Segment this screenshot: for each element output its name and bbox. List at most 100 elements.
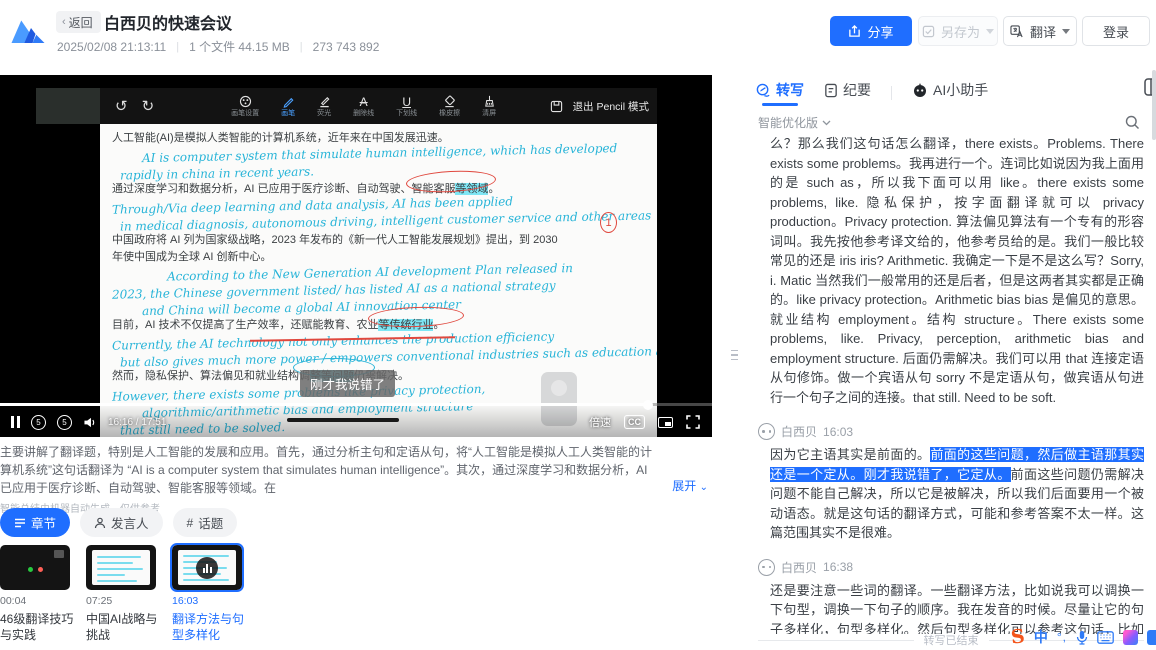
back-label: 返回 — [69, 14, 93, 31]
broom-icon — [483, 95, 496, 108]
translate-icon — [1010, 25, 1024, 38]
chapter-time: 16:03 — [172, 595, 246, 607]
highlight-marker: 等领域 — [455, 183, 488, 195]
strikethrough-icon: A — [360, 95, 368, 108]
save-canvas-icon — [550, 100, 563, 113]
exit-pencil-mode-label: 退出 Pencil 模式 — [573, 99, 649, 114]
tab-chapters[interactable]: 章节 — [0, 508, 70, 537]
tool-strikethrough: A 删除线 — [353, 95, 374, 117]
chapter-tabs: 章节 发言人 # 话题 — [0, 508, 237, 537]
pen-icon — [282, 95, 295, 108]
timestamp[interactable]: 16:03 — [823, 425, 853, 439]
tool-underline: U 下划线 — [396, 95, 417, 117]
back-button[interactable]: ‹ 返回 — [56, 11, 101, 33]
fullscreen-button[interactable] — [686, 415, 700, 429]
chapter-thumbnail[interactable] — [0, 545, 70, 590]
undo-icon: ↺ — [115, 97, 128, 115]
transcribe-icon — [756, 83, 771, 98]
tool-pen-settings: 画笔设置 — [231, 95, 259, 117]
chevron-left-icon: ‹ — [62, 16, 66, 28]
tab-topics[interactable]: # 话题 — [173, 508, 238, 537]
app-root: ‹ 返回 白西贝的快速会议 2025/02/08 21:13:11 | 1 个文… — [0, 0, 1156, 650]
speaker-avatar — [758, 423, 775, 440]
panel-tabs: 转写 纪要 AI小助手 — [756, 80, 988, 106]
redo-icon: ↻ — [142, 97, 155, 115]
transcript-block: 白西贝 16:38 还是要注意一些词的翻译。一些翻译方法，比如说我可以调换一下句… — [758, 559, 1144, 635]
page-title: 白西贝的快速会议 — [104, 10, 232, 34]
tool-pen: 画笔 — [281, 95, 295, 117]
hash-icon: # — [187, 516, 194, 530]
keyboard-icon[interactable] — [1097, 631, 1114, 644]
chapter-title: 46级翻译技巧与实践 — [0, 611, 74, 643]
chapter-item-active[interactable]: 16:03 翻译方法与句型多样化 — [172, 545, 246, 643]
meeting-date: 2025/02/08 21:13:11 — [57, 40, 166, 54]
chapter-thumbnail[interactable] — [172, 545, 242, 590]
time-display: 16:16 / 17:51 — [108, 417, 166, 428]
login-button[interactable]: 登录 — [1082, 16, 1150, 46]
video-subtitle: 刚才我说错了 — [300, 370, 395, 397]
expand-summary-link[interactable]: 展开 ⌄ — [672, 477, 708, 497]
tool-eraser: 橡皮擦 — [439, 95, 460, 117]
sogou-logo-icon[interactable]: S — [1010, 625, 1026, 648]
ime-chinese-mode[interactable]: 中 — [1034, 627, 1048, 647]
save-icon — [922, 25, 935, 38]
pip-button[interactable] — [658, 417, 673, 428]
video-controls: 5 5 16:16 / 17:51 倍速 CC — [0, 403, 712, 437]
rewind-5s-button[interactable]: 5 — [31, 415, 46, 430]
person-icon — [94, 517, 106, 529]
ime-toolbox-icon[interactable] — [1147, 630, 1156, 645]
timestamp[interactable]: 16:38 — [823, 560, 853, 574]
playback-speed-button[interactable]: 倍速 — [589, 414, 611, 430]
volume-button[interactable] — [83, 416, 98, 429]
save-as-button[interactable]: 另存为 — [918, 16, 998, 46]
transcript-block: 么？那么我们这句话怎么翻译，there exists。Problems. The… — [758, 134, 1144, 407]
ime-toolbar: S 中 °, — [1011, 626, 1156, 648]
tab-transcribe[interactable]: 转写 — [756, 80, 804, 106]
chevron-down-icon — [822, 120, 831, 126]
list-icon — [14, 517, 26, 529]
header: ‹ 返回 白西贝的快速会议 2025/02/08 21:13:11 | 1 个文… — [0, 0, 1156, 62]
tab-speakers[interactable]: 发言人 — [80, 508, 163, 537]
video-player[interactable]: ↺ ↻ 画笔设置 画笔 荧光 — [0, 75, 712, 437]
version-selector[interactable]: 智能优化版 — [758, 114, 831, 131]
share-button[interactable]: 分享 — [830, 16, 912, 46]
forward-5s-button[interactable]: 5 — [57, 415, 72, 430]
tab-minutes[interactable]: 纪要 — [824, 80, 871, 106]
pause-button[interactable] — [11, 416, 20, 428]
chapter-thumbnail[interactable] — [86, 545, 156, 590]
transcript-panel: 转写 纪要 AI小助手 智能优化版 么？那么我们这句话怎么翻译，there ex… — [748, 62, 1156, 650]
palette-icon — [239, 95, 252, 108]
speaker-avatar — [758, 559, 775, 576]
panel-resize-handle[interactable] — [731, 344, 741, 366]
tab-ai-assistant[interactable]: AI小助手 — [912, 80, 988, 106]
microphone-icon[interactable] — [1076, 630, 1088, 645]
chevron-down-icon: ⌄ — [700, 482, 708, 493]
cc-subtitle-button[interactable]: CC — [624, 415, 645, 429]
tool-highlighter: 荧光 — [317, 95, 331, 117]
red-circled-number: 1 — [600, 212, 617, 233]
scrollbar[interactable] — [1152, 70, 1156, 140]
transcript-text: 因为它主语其实是前面的。前面的这些问题，然后做主语那其实还是一个定从。刚才我说错… — [758, 445, 1144, 543]
chapter-item[interactable]: 00:04 46级翻译技巧与实践 — [0, 545, 74, 643]
notes-icon — [824, 83, 838, 98]
speaker-icon — [83, 416, 98, 429]
tool-clear-screen: 清屏 — [482, 95, 496, 117]
ime-skin-icon[interactable] — [1123, 630, 1138, 645]
ime-punctuation-mode[interactable]: °, — [1057, 630, 1067, 644]
search-icon[interactable] — [1125, 115, 1140, 130]
highlight-marker: 等传统行业 — [378, 319, 433, 331]
translate-button[interactable]: 翻译 — [1003, 16, 1077, 46]
chapter-list: 00:04 46级翻译技巧与实践 07:25 中国AI战略与挑战 — [0, 545, 246, 643]
summary-text: 主要讲解了翻译题，特别是人工智能的发展和应用。首先，通过分析主句和定语从句，将“… — [0, 443, 712, 497]
file-info: 1 个文件 44.15 MB — [189, 38, 290, 55]
speaker-name: 白西贝 — [781, 559, 817, 576]
transcript-block: 白西贝 16:03 因为它主语其实是前面的。前面的这些问题，然后做主语那其实还是… — [758, 423, 1144, 543]
meeting-id: 273 743 892 — [313, 40, 380, 54]
highlighter-icon — [318, 95, 331, 108]
chapter-time: 00:04 — [0, 595, 74, 607]
progress-bar[interactable] — [0, 403, 712, 406]
chevron-down-icon — [1062, 29, 1070, 34]
chapter-title: 中国AI战略与挑战 — [86, 611, 160, 643]
share-icon — [848, 25, 861, 38]
chapter-item[interactable]: 07:25 中国AI战略与挑战 — [86, 545, 160, 643]
